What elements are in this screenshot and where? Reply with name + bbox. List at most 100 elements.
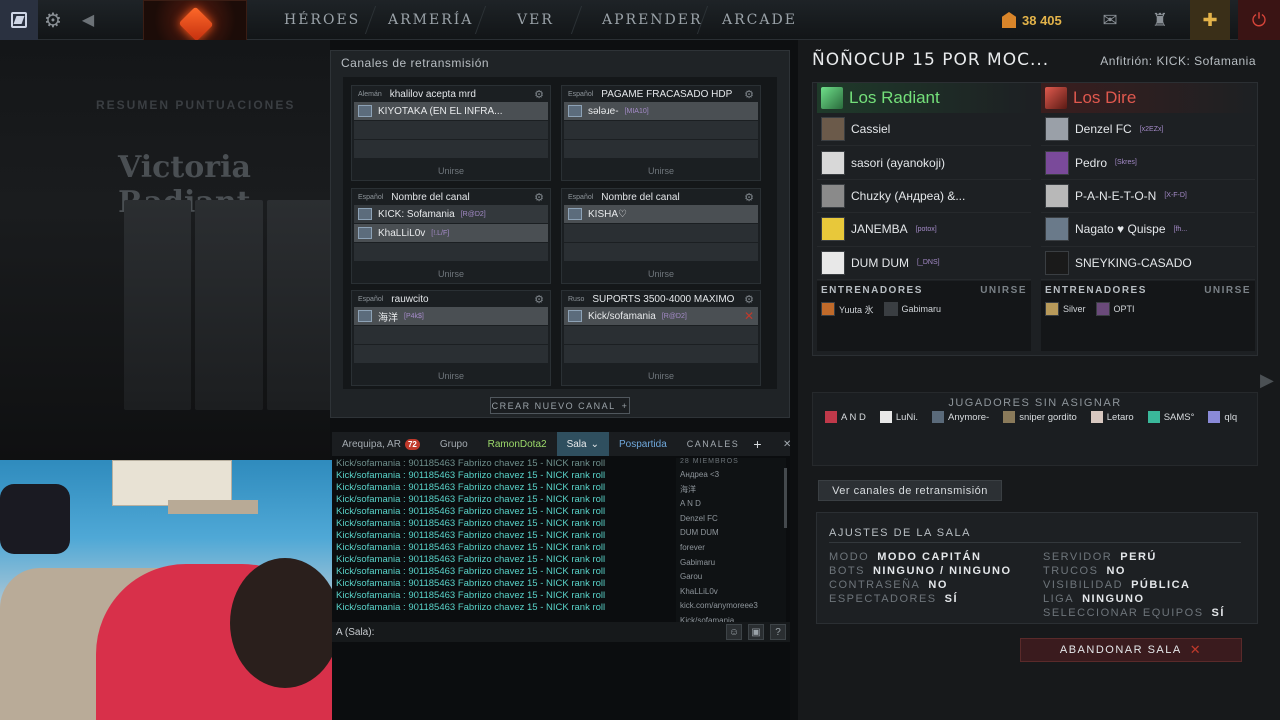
inbox-button[interactable]: ✉ [1094,0,1126,40]
dire-header[interactable]: Los Dire [1041,83,1255,113]
settings-button[interactable]: ⚙ [38,0,68,40]
gear-icon[interactable]: ⚙ [744,88,754,101]
player-slot[interactable]: Denzel FC [x2EZx] [1041,113,1255,147]
chat-message-list[interactable]: Kick/sofamania : 901185463 Fabriizo chav… [336,458,670,618]
member-list-scrollbar[interactable] [784,468,787,528]
member-count: 28 MIEMBROS [680,458,739,465]
member-item[interactable]: 海洋 [676,483,786,498]
radiant-header[interactable]: Los Radiant [817,83,1031,113]
gear-icon[interactable]: ⚙ [534,191,544,204]
coach-item[interactable]: Silver [1045,302,1086,316]
player-slot[interactable]: sasori (ayanokoji) [817,146,1031,180]
emoji-icon[interactable]: ☺ [726,624,742,640]
quit-button[interactable]: ⏻ [1238,0,1280,40]
join-channel-button[interactable]: Unirse [562,371,760,381]
gear-icon[interactable]: ⚙ [744,293,754,306]
setting-key: TRUCOS [1043,565,1099,577]
coach-item[interactable]: Gabimaru [883,302,941,316]
avatar [358,227,372,239]
unassigned-player[interactable]: Anymore- [932,411,989,423]
player-name: sasori (ayanokoji) [851,155,946,170]
image-icon[interactable]: ▣ [748,624,764,640]
lobby-host: Anfitrión: KICK: Sofamania [1100,54,1256,68]
tab-channels[interactable]: CANALES + [677,432,773,456]
player-slot[interactable]: Cassiel [817,113,1031,147]
member-item[interactable]: A N D [676,497,786,512]
expand-arrow-icon[interactable]: ▶ [1260,370,1274,391]
gear-icon[interactable]: ⚙ [744,191,754,204]
join-coach-button[interactable]: UNIRSE [980,285,1027,296]
member-item[interactable]: forever [676,541,786,556]
player-name: sniper gordito [1019,411,1077,423]
create-channel-button[interactable]: CREAR NUEVO CANAL + [490,397,630,414]
member-list[interactable]: 28 MIEMBROS Андреа <3 海洋 A N D Denzel FC… [676,458,786,622]
join-channel-button[interactable]: Unirse [352,371,550,381]
plus-icon[interactable]: + [753,436,763,452]
player-tag: [!.L/F] [431,229,450,237]
player-slot[interactable]: Pedro [Skres] [1041,146,1255,180]
member-item[interactable]: Gabimaru [676,556,786,571]
view-broadcast-channels-button[interactable]: Ver canales de retransmisión [818,480,1002,501]
member-item[interactable]: KhaLLiL0v [676,585,786,600]
nav-arcade[interactable]: ARCADE [722,0,797,40]
player-slot[interactable]: DUM DUM [_DNS] [817,247,1031,280]
tab-arequipa[interactable]: Arequipa, AR 72 [332,432,430,456]
join-channel-button[interactable]: Unirse [352,269,550,279]
help-icon[interactable]: ? [770,624,786,640]
player-slot[interactable]: JANEMBA [potox] [817,213,1031,247]
member-item[interactable]: Андреа <3 [676,468,786,483]
player-slot[interactable]: SNEYKING-CASADO [1041,247,1255,280]
join-channel-button[interactable]: Unirse [352,166,550,176]
broadcast-channels-panel: Canales de retransmisión Alemán khalilov … [330,50,790,418]
join-coach-button[interactable]: UNIRSE [1204,285,1251,296]
tab-label: Arequipa, AR [342,438,401,450]
setting-value: SÍ [944,593,959,605]
tab-lobby[interactable]: Sala ⌄ [556,432,609,456]
join-channel-button[interactable]: Unirse [562,166,760,176]
coach-item[interactable]: OPTI [1095,302,1135,316]
unassigned-player[interactable]: SAMS° [1147,411,1194,423]
unassigned-player[interactable]: LuNi. [879,411,918,423]
member-item[interactable]: Garou [676,570,786,585]
member-item[interactable]: Denzel FC [676,512,786,527]
back-button[interactable]: ◀ [74,0,102,40]
player-slot[interactable]: P-A-N-E-T-O-N [X-F-D] [1041,180,1255,214]
nav-heroes[interactable]: HÉROES [284,0,360,40]
player-slot[interactable]: Nagato ♥ Quispe [fh... [1041,213,1255,247]
player-name: Letaro [1106,411,1134,423]
currency-display[interactable]: 38 405 [1002,0,1090,40]
coach-item[interactable]: Yuuta 氷 [821,302,874,316]
avatar [879,411,892,423]
gear-icon[interactable]: ⚙ [534,88,544,101]
gear-icon[interactable]: ⚙ [534,293,544,306]
nav-watch[interactable]: VER [517,0,554,40]
unassigned-player[interactable]: qlq [1208,411,1237,423]
tab-postgame[interactable]: Pospartida [609,432,677,456]
tab-ramondota2[interactable]: RamonDota2 [478,432,557,456]
setting-row: CONTRASEÑA NO [829,579,1012,593]
nav-learn[interactable]: APRENDER [602,0,703,40]
tab-group[interactable]: Grupo [430,432,478,456]
dashboard-menu-button[interactable] [0,0,38,40]
nav-armory[interactable]: ARMERÍA [388,0,473,40]
member-item[interactable]: kick.com/anymoreee3 [676,599,786,614]
chat-input[interactable]: A (Sala): ☺ ▣ ? [332,622,790,642]
shards-icon [1002,12,1016,28]
kick-player-icon[interactable]: ✕ [744,309,754,323]
channel-name: SUPORTS 3500-4000 MAXIMO [592,293,735,305]
tab-label: CANALES [686,439,740,449]
member-item[interactable]: Kick/sofamania [676,614,786,622]
join-channel-button[interactable]: Unirse [562,269,760,279]
dota-logo-icon [178,6,214,42]
unassigned-player[interactable]: sniper gordito [1003,411,1077,423]
player-tag: [Skres] [1115,159,1137,167]
setting-row: LIGA NINGUNO [1043,593,1225,607]
dota-plus-button[interactable]: ✚ [1190,0,1230,40]
leave-lobby-button[interactable]: ABANDONAR SALA ✕ [1020,638,1242,662]
unassigned-player[interactable]: Letaro [1090,411,1134,423]
member-item[interactable]: DUM DUM [676,526,786,541]
inventory-button[interactable]: ♜ [1144,0,1176,40]
unassigned-player[interactable]: A N D [825,411,866,423]
player-slot[interactable]: Chuzky (Андреа) &... [817,180,1031,214]
player-name: Anymore- [948,411,990,423]
